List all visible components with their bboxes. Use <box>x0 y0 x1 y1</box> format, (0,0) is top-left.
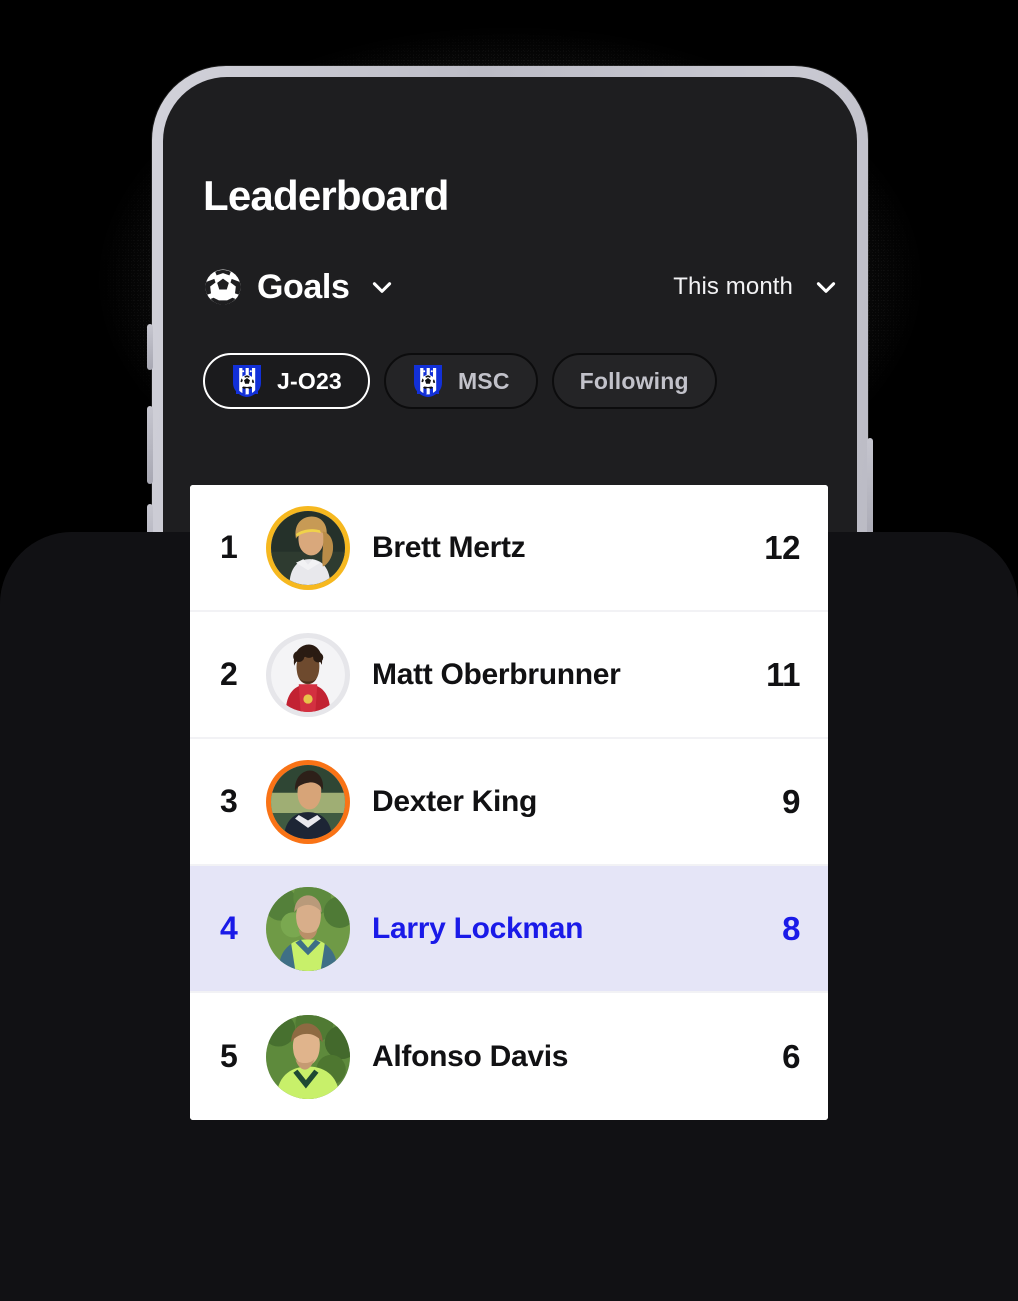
silencer-switch[interactable] <box>147 324 153 370</box>
avatar-image <box>271 510 345 585</box>
avatar[interactable] <box>266 632 350 717</box>
table-row[interactable]: 5 Alfonso Davis 6 <box>190 993 828 1120</box>
filter-chip-row: J-O23 MSC Following <box>203 353 717 409</box>
avatar-image <box>271 637 345 712</box>
player-score: 8 <box>782 909 800 947</box>
avatar[interactable] <box>266 886 350 971</box>
avatar-image <box>266 1014 350 1099</box>
player-score: 11 <box>766 655 800 693</box>
filter-chip-following[interactable]: Following <box>551 353 717 409</box>
player-name: Brett Mertz <box>372 530 526 564</box>
player-name: Matt Oberbrunner <box>372 657 621 691</box>
player-name: Alfonso Davis <box>372 1039 569 1073</box>
row-rank: 3 <box>220 783 238 819</box>
avatar-image <box>266 886 350 971</box>
table-row[interactable]: 2 Matt Oberbrunner 11 <box>190 612 828 739</box>
filter-chip-label: Following <box>579 367 689 394</box>
filter-chip-j-o23[interactable]: J-O23 <box>203 353 370 409</box>
screenshot-stage: Leaderboard Goals This month J-O23 MSC F… <box>0 0 1018 1301</box>
soccer-ball-icon <box>203 267 243 307</box>
period-label: This month <box>673 273 793 300</box>
page-title: Leaderboard <box>203 172 449 219</box>
selector-row: Goals This month <box>203 267 839 317</box>
chevron-down-icon <box>807 274 839 300</box>
player-score: 12 <box>764 528 800 566</box>
player-score: 9 <box>782 782 800 820</box>
row-rank: 4 <box>220 910 238 946</box>
metric-label: Goals <box>257 267 350 306</box>
filter-chip-msc[interactable]: MSC <box>383 353 538 409</box>
player-name: Dexter King <box>372 784 538 818</box>
period-selector[interactable]: This month <box>673 273 839 301</box>
metric-selector[interactable]: Goals <box>203 267 395 307</box>
player-name: Larry Lockman <box>372 911 584 945</box>
chevron-down-icon <box>363 274 395 300</box>
player-score: 6 <box>782 1037 800 1075</box>
table-row[interactable]: 1 Brett Mertz 12 <box>190 485 828 612</box>
table-row[interactable]: 4 Larry Lockman 8 <box>190 866 828 993</box>
volume-up-button[interactable] <box>147 406 153 484</box>
filter-chip-label: MSC <box>457 367 510 394</box>
avatar-image <box>271 764 345 839</box>
club-badge-icon <box>412 363 444 399</box>
table-row[interactable]: 3 Dexter King 9 <box>190 739 828 866</box>
row-rank: 1 <box>220 529 238 565</box>
row-rank: 2 <box>220 656 238 692</box>
avatar[interactable] <box>266 505 350 590</box>
row-rank: 5 <box>220 1038 238 1074</box>
leaderboard-card: 1 Brett Mertz 12 2 Matt Oberbrunner 11 3… <box>190 485 828 1120</box>
club-badge-icon <box>231 363 263 399</box>
avatar[interactable] <box>266 759 350 844</box>
avatar[interactable] <box>266 1014 350 1099</box>
filter-chip-label: J-O23 <box>277 367 342 394</box>
